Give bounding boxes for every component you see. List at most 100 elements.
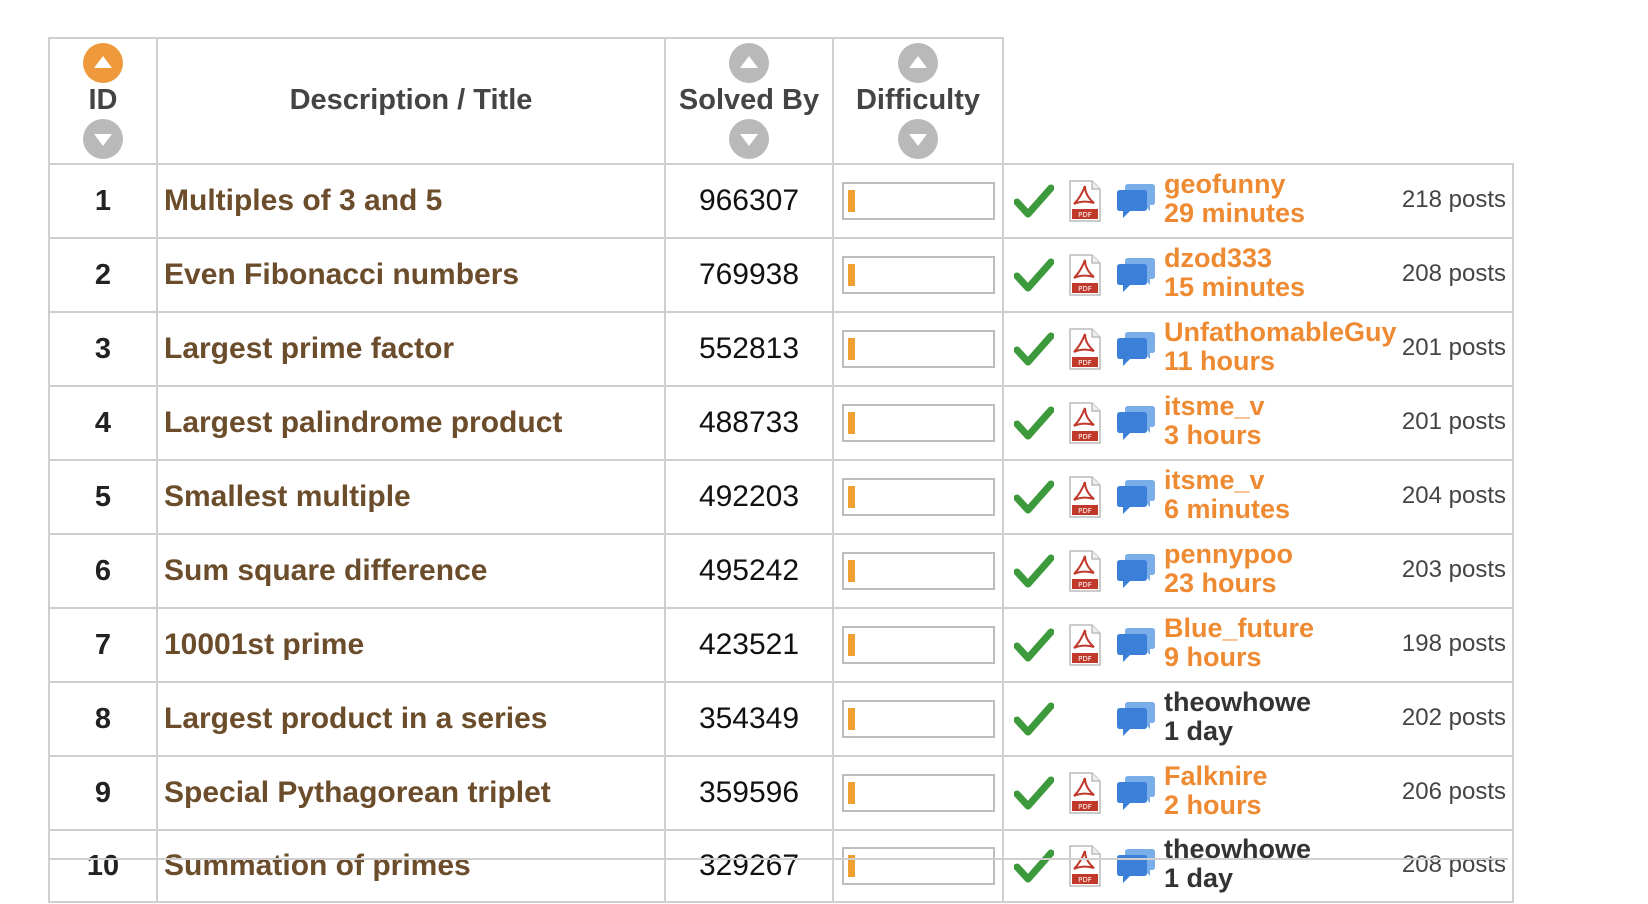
- post-count[interactable]: 204 posts: [1402, 482, 1506, 510]
- last-post-author[interactable]: Falknire: [1164, 762, 1268, 791]
- chat-bubble-icon[interactable]: [1116, 624, 1156, 664]
- difficulty-cell: [832, 755, 1004, 831]
- difficulty-bar-fill: [847, 634, 855, 656]
- problem-title-link[interactable]: Special Pythagorean triplet: [164, 776, 551, 809]
- last-post-info: itsme_v 3 hours: [1164, 392, 1265, 450]
- last-post-info: dzod333 15 minutes: [1164, 244, 1305, 302]
- last-post-author[interactable]: UnfathomableGuy: [1164, 318, 1397, 347]
- difficulty-bar: [841, 478, 995, 516]
- pdf-icon[interactable]: PDF: [1068, 328, 1102, 370]
- post-count[interactable]: 206 posts: [1402, 778, 1506, 806]
- difficulty-column-header: Difficulty: [832, 37, 1004, 165]
- forum-cell: PDF geofunny 29 minutes 218 posts: [1002, 163, 1514, 239]
- post-count[interactable]: 203 posts: [1402, 556, 1506, 584]
- difficulty-bar: [841, 256, 995, 294]
- pdf-icon[interactable]: PDF: [1068, 402, 1102, 444]
- pdf-icon[interactable]: PDF: [1068, 624, 1102, 666]
- checkmark-icon: [1014, 406, 1054, 440]
- pdf-icon[interactable]: PDF: [1068, 180, 1102, 222]
- problem-title-cell: Sum square difference: [156, 533, 666, 609]
- table-row: 4 Largest palindrome product 488733 PDF: [48, 385, 1514, 461]
- problem-title-link[interactable]: Largest product in a series: [164, 702, 547, 735]
- forum-cell: PDF Falknire 2 hours 206 posts: [1002, 755, 1514, 831]
- post-count[interactable]: 198 posts: [1402, 630, 1506, 658]
- chat-bubble-icon[interactable]: [1116, 476, 1156, 516]
- problem-title-cell: Multiples of 3 and 5: [156, 163, 666, 239]
- difficulty-cell: [832, 533, 1004, 609]
- last-post-author[interactable]: itsme_v: [1164, 392, 1265, 421]
- pdf-icon[interactable]: PDF: [1068, 845, 1102, 887]
- difficulty-bar-fill: [847, 338, 855, 360]
- last-post-author[interactable]: geofunny: [1164, 170, 1305, 199]
- last-post-time: 23 hours: [1164, 568, 1277, 598]
- last-post-author[interactable]: dzod333: [1164, 244, 1305, 273]
- pdf-icon[interactable]: PDF: [1068, 476, 1102, 518]
- post-count[interactable]: 208 posts: [1402, 260, 1506, 288]
- last-post-author[interactable]: Blue_future: [1164, 614, 1314, 643]
- problem-title-link[interactable]: Smallest multiple: [164, 480, 411, 513]
- checkmark-icon: [1014, 258, 1054, 292]
- difficulty-bar: [841, 404, 995, 442]
- difficulty-bar: [841, 330, 995, 368]
- sort-down-icon[interactable]: [83, 118, 123, 159]
- checkmark-icon: [1014, 849, 1054, 883]
- post-count[interactable]: 218 posts: [1402, 186, 1506, 214]
- header-spacer: [1003, 38, 1513, 164]
- last-post-author[interactable]: pennypoo: [1164, 540, 1293, 569]
- last-post-author[interactable]: theowhowe: [1164, 688, 1311, 717]
- solved-by-count: 966307: [664, 163, 834, 239]
- pdf-icon[interactable]: PDF: [1068, 254, 1102, 296]
- table-row: 7 10001st prime 423521 PDF Blue_future 9…: [48, 607, 1514, 683]
- svg-text:PDF: PDF: [1078, 285, 1092, 293]
- svg-text:PDF: PDF: [1078, 211, 1092, 219]
- svg-text:PDF: PDF: [1078, 433, 1092, 441]
- svg-text:PDF: PDF: [1078, 507, 1092, 515]
- last-post-info: itsme_v 6 minutes: [1164, 466, 1290, 524]
- chat-bubble-icon[interactable]: [1116, 180, 1156, 220]
- sort-down-icon[interactable]: [898, 118, 938, 159]
- forum-cell: PDF dzod333 15 minutes 208 posts: [1002, 237, 1514, 313]
- sort-up-icon[interactable]: [83, 43, 123, 84]
- last-post-info: theowhowe 1 day: [1164, 835, 1311, 893]
- difficulty-bar-fill: [847, 412, 855, 434]
- post-count[interactable]: 202 posts: [1402, 704, 1506, 732]
- problem-title-link[interactable]: Summation of primes: [164, 849, 471, 882]
- chat-bubble-icon[interactable]: [1116, 328, 1156, 368]
- problem-title-link[interactable]: Sum square difference: [164, 554, 487, 587]
- sort-up-icon[interactable]: [729, 43, 769, 84]
- difficulty-header-label: Difficulty: [855, 84, 981, 117]
- problem-title-link[interactable]: Even Fibonacci numbers: [164, 258, 519, 291]
- sort-up-icon[interactable]: [898, 43, 938, 84]
- chat-bubble-icon[interactable]: [1116, 550, 1156, 590]
- checkmark-icon: [1014, 184, 1054, 218]
- difficulty-cell: [832, 459, 1004, 535]
- last-post-time: 6 minutes: [1164, 494, 1291, 524]
- checkmark-icon: [1014, 702, 1054, 736]
- last-post-time: 2 hours: [1164, 790, 1262, 820]
- forum-cell: PDF itsme_v 3 hours 201 posts: [1002, 385, 1514, 461]
- difficulty-bar: [841, 774, 995, 812]
- chat-bubble-icon[interactable]: [1116, 772, 1156, 812]
- chat-bubble-icon[interactable]: [1116, 254, 1156, 294]
- sort-down-icon[interactable]: [729, 118, 769, 159]
- difficulty-bar: [841, 626, 995, 664]
- pdf-icon[interactable]: PDF: [1068, 772, 1102, 814]
- post-count[interactable]: 208 posts: [1402, 851, 1506, 879]
- forum-cell: PDF Blue_future 9 hours 198 posts: [1002, 607, 1514, 683]
- post-count[interactable]: 201 posts: [1402, 408, 1506, 436]
- chat-bubble-icon[interactable]: [1116, 845, 1156, 885]
- chat-bubble-icon[interactable]: [1116, 402, 1156, 442]
- last-post-author[interactable]: itsme_v: [1164, 466, 1290, 495]
- solved-by-count: 495242: [664, 533, 834, 609]
- problem-title-link[interactable]: Multiples of 3 and 5: [164, 184, 442, 217]
- problem-title-link[interactable]: Largest palindrome product: [164, 406, 562, 439]
- problem-title-link[interactable]: 10001st prime: [164, 628, 364, 661]
- post-count[interactable]: 201 posts: [1402, 334, 1506, 362]
- problem-title-cell: Largest prime factor: [156, 311, 666, 387]
- table-row: 10 Summation of primes 329267 PDF theowh…: [48, 829, 1514, 903]
- chat-bubble-icon[interactable]: [1116, 698, 1156, 738]
- problem-title-link[interactable]: Largest prime factor: [164, 332, 454, 365]
- problem-id: 1: [48, 163, 158, 239]
- pdf-icon[interactable]: PDF: [1068, 550, 1102, 592]
- svg-text:PDF: PDF: [1078, 655, 1092, 663]
